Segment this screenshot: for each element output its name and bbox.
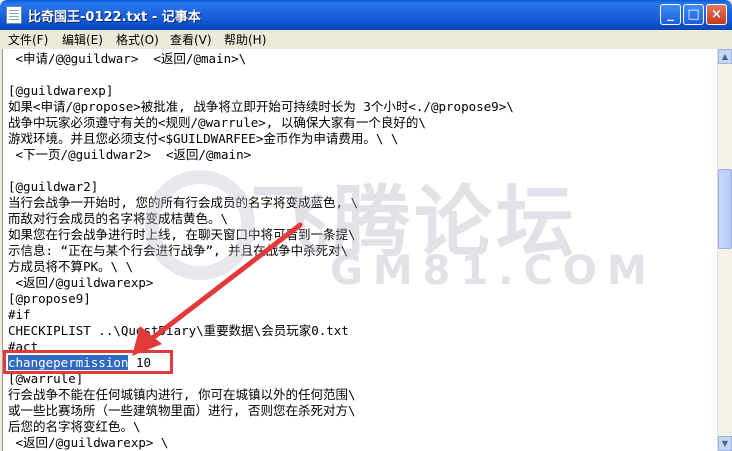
highlight-box: [3, 350, 173, 374]
close-button[interactable]: ×: [706, 4, 727, 25]
text-line: [@guildwar2]: [8, 179, 99, 194]
menu-edit[interactable]: 编辑(E): [62, 31, 103, 48]
notepad-icon[interactable]: [6, 6, 22, 24]
text-line: <下一页/@guildwar2> <返回/@main>: [8, 147, 252, 162]
menu-file[interactable]: 文件(F): [8, 31, 48, 48]
minimize-button[interactable]: _: [660, 4, 681, 25]
menu-help[interactable]: 帮助(H): [224, 31, 266, 48]
title-bar[interactable]: 比奇国王-0122.txt - 记事本 _ □ ×: [0, 0, 732, 30]
text-line: 而敌对行会成员的名字将变成桔黄色。\: [8, 211, 229, 226]
scroll-thumb[interactable]: [718, 169, 732, 249]
text-line: 当行会战争一开始时, 您的所有行会成员的名字将变成蓝色, \: [8, 195, 359, 210]
notepad-window: 比奇国王-0122.txt - 记事本 _ □ × 文件(F) 编辑(E) 格式…: [0, 0, 732, 451]
vertical-scrollbar[interactable]: ▲ ▼: [717, 49, 732, 451]
text-line: <申请/@@guildwar> <返回/@main>\: [8, 51, 247, 66]
text-line: 或一些比赛场所（一些建筑物里面）进行, 否则您在杀死对方\: [8, 403, 356, 418]
scroll-up-button[interactable]: ▲: [718, 49, 732, 64]
text-line: <返回/@guildwarexp>: [8, 275, 154, 290]
menu-view[interactable]: 查看(V): [170, 31, 212, 48]
text-line: 如果您在行会战争进行时上线, 在聊天窗口中将可看到一条提\: [8, 227, 356, 242]
text-line: 示信息: “正在与某个行会进行战争”, 并且在战争中杀死对\: [8, 243, 349, 258]
text-line: <返回/@guildwarexp> \: [8, 435, 169, 450]
maximize-button[interactable]: □: [683, 4, 704, 25]
text-line: 方成员将不算PK。\ \: [8, 259, 134, 274]
scroll-down-button[interactable]: ▼: [718, 436, 732, 451]
menu-format[interactable]: 格式(O): [116, 31, 159, 48]
text-line: [@guildwarexp]: [8, 83, 114, 98]
text-line: [@propose9]: [8, 291, 91, 306]
menu-bar: 文件(F) 编辑(E) 格式(O) 查看(V) 帮助(H): [0, 30, 732, 49]
text-line: 战争中玩家必须遵守有关的<规则/@warrule>, 以确保大家有一个良好的\: [8, 115, 426, 130]
text-editor[interactable]: <申请/@@guildwar> <返回/@main>\ [@guildwarex…: [2, 49, 719, 451]
text-line: 后您的名字将变红色。\: [8, 419, 141, 434]
text-line: CHECKIPLIST ..\QuestDiary\重要数据\会员玩家0.txt: [8, 323, 349, 338]
text-line: 游戏环境。并且您必须支付<$GUILDWARFEE>金币作为申请费用。\ \: [8, 131, 399, 146]
text-line: #if: [8, 307, 31, 322]
text-line: 如果<申请/@propose>被批准, 战争将立即开始可持续时长为 3个小时<.…: [8, 99, 514, 114]
window-title: 比奇国王-0122.txt - 记事本: [28, 10, 201, 25]
text-line: 行会战争不能在任何城镇内进行, 你可在城镇以外的任何范围\: [8, 387, 356, 402]
